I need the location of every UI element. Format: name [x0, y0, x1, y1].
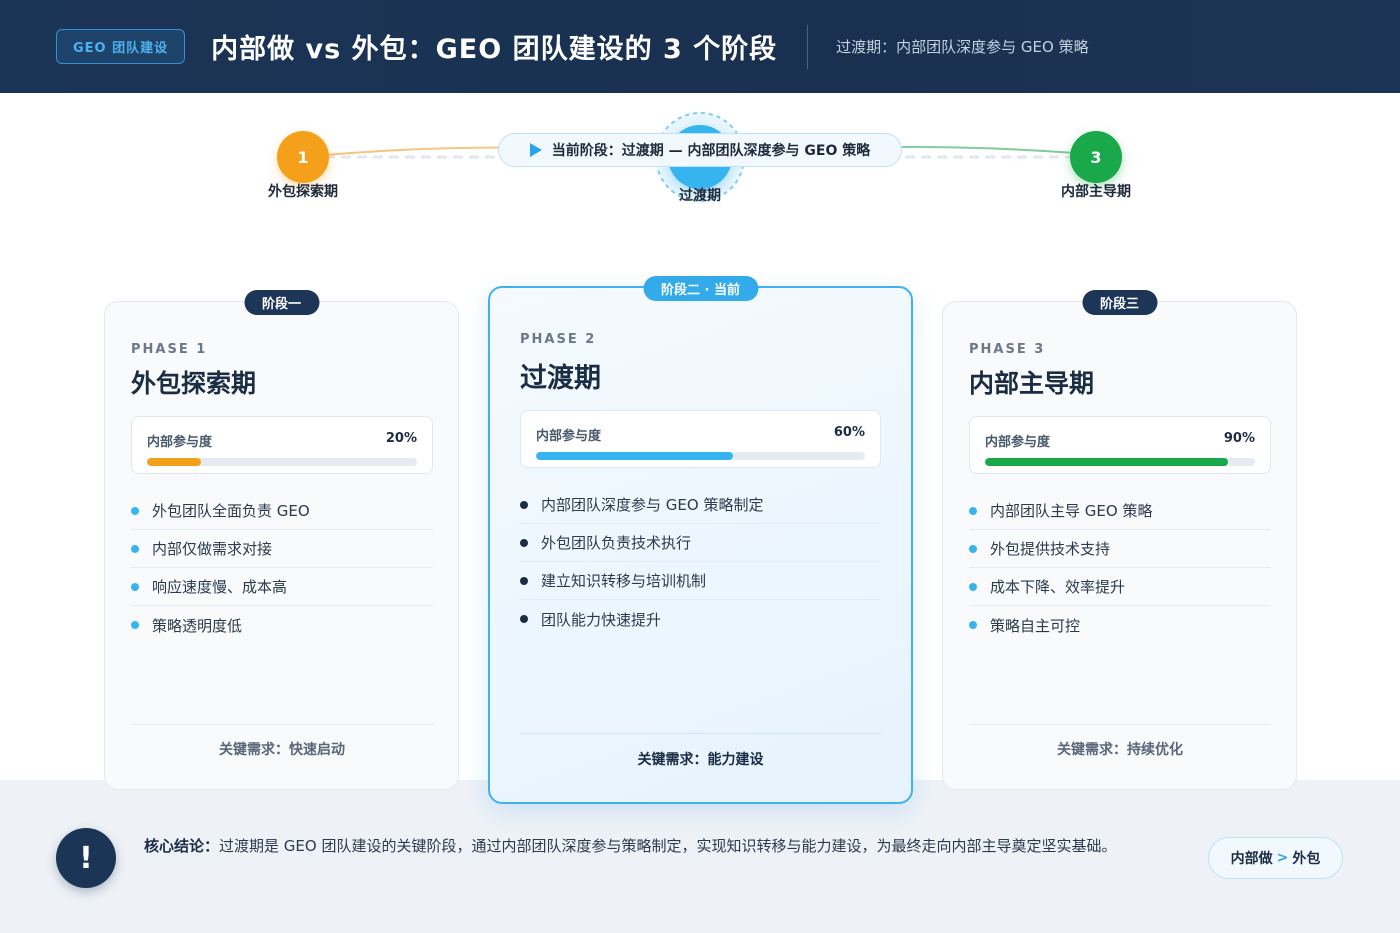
list-item: 团队能力快速提升: [520, 600, 881, 638]
phase-badge: 阶段三: [1081, 290, 1158, 315]
list-item-text: 内部仅做需求对接: [152, 540, 273, 558]
list-item-text: 策略自主可控: [990, 616, 1081, 635]
alert-icon: !: [56, 828, 116, 888]
progress-fill: [536, 452, 734, 460]
list-item: 响应速度慢、成本高: [131, 568, 433, 606]
list-item-text: 响应速度慢、成本高: [152, 578, 288, 596]
list-item-text: 外包提供技术支持: [990, 540, 1111, 558]
list-item-text: 团队能力快速提升: [541, 610, 662, 629]
key-need: 关键需求：快速启动: [131, 724, 433, 778]
stage-node-1[interactable]: 1: [277, 131, 329, 183]
list-item-text: 内部团队深度参与 GEO 策略制定: [541, 496, 764, 514]
progress-value: 60%: [833, 425, 865, 440]
bullet-icon: [131, 506, 139, 515]
list-item: 建立知识转移与培训机制: [520, 562, 881, 600]
list-item-text: 外包团队负责技术执行: [541, 534, 692, 552]
phase-code: PHASE 1: [131, 342, 208, 357]
page-subtitle: 过渡期：内部团队深度参与 GEO 策略: [836, 38, 1089, 56]
progress-box: 内部参与度 90%: [969, 416, 1271, 474]
stage-node-3-label: 内部主导期: [1061, 184, 1131, 200]
conclusion-label: 核心结论：: [144, 837, 220, 855]
key-need: 关键需求：持续优化: [969, 724, 1271, 778]
list-item: 成本下降、效率提升: [969, 568, 1271, 606]
phase-card-3: 阶段三 PHASE 3 内部主导期 内部参与度 90% 内部团队主导 GEO 策…: [942, 290, 1297, 790]
stage-timeline: 1 外包探索期 2 过渡期 3 内部主导期: [0, 93, 1400, 273]
bullet-icon: [520, 576, 528, 585]
list-item-text: 内部团队主导 GEO 策略: [990, 502, 1153, 520]
list-item: 策略透明度低: [131, 606, 433, 644]
bullet-icon: [520, 538, 528, 547]
phase-badge: 阶段一: [243, 290, 320, 315]
phase-item-list: 外包团队全面负责 GEO 内部仅做需求对接 响应速度慢、成本高 策略透明度低: [131, 492, 433, 644]
page-title: 内部做 vs 外包：GEO 团队建设的 3 个阶段: [211, 34, 778, 65]
progress-fill: [147, 458, 201, 466]
pill-left: 内部做: [1230, 851, 1273, 867]
bullet-icon: [969, 506, 977, 515]
bullet-icon: [131, 544, 139, 553]
key-need: 关键需求：能力建设: [520, 733, 881, 789]
progress-box: 内部参与度 20%: [131, 416, 433, 474]
header: GEO 团队建设 内部做 vs 外包：GEO 团队建设的 3 个阶段 过渡期：内…: [0, 0, 1400, 93]
current-stage-text: 当前阶段：过渡期 — 内部团队深度参与 GEO 策略: [551, 143, 871, 159]
bullet-icon: [520, 500, 528, 509]
phase-name: 过渡期: [520, 363, 601, 394]
bullet-icon: [520, 615, 528, 623]
stage-node-1-label: 外包探索期: [268, 184, 338, 200]
progress-label: 内部参与度: [985, 435, 1051, 450]
progress-label: 内部参与度: [147, 435, 213, 450]
list-item-text: 建立知识转移与培训机制: [541, 572, 707, 590]
bullet-icon: [969, 582, 977, 591]
conclusion-text: 核心结论：过渡期是 GEO 团队建设的关键阶段，通过内部团队深度参与策略制定，实…: [144, 832, 1184, 860]
phase-code: PHASE 3: [969, 342, 1046, 357]
pill-arrow-icon: >: [1276, 850, 1289, 866]
list-item: 内部团队深度参与 GEO 策略制定: [520, 486, 881, 524]
bullet-icon: [131, 621, 139, 629]
phase-card-2: 阶段二 · 当前 PHASE 2 过渡期 内部参与度 60% 内部团队深度参与 …: [488, 276, 913, 804]
current-stage-indicator: 当前阶段：过渡期 — 内部团队深度参与 GEO 策略: [498, 133, 902, 167]
pill-right: 外包: [1292, 851, 1321, 867]
phase-name: 内部主导期: [969, 369, 1095, 398]
comparison-pill[interactable]: 内部做 > 外包: [1208, 837, 1343, 879]
bullet-icon: [131, 582, 139, 591]
stage-node-2-label: 过渡期: [679, 188, 721, 204]
progress-label: 内部参与度: [536, 429, 602, 444]
phase-item-list: 内部团队深度参与 GEO 策略制定 外包团队负责技术执行 建立知识转移与培训机制…: [520, 486, 881, 638]
play-icon: [529, 143, 542, 157]
list-item: 内部团队主导 GEO 策略: [969, 492, 1271, 530]
list-item: 内部仅做需求对接: [131, 530, 433, 568]
conclusion-body: 过渡期是 GEO 团队建设的关键阶段，通过内部团队深度参与策略制定，实现知识转移…: [219, 837, 1117, 855]
bullet-icon: [969, 544, 977, 553]
list-item-text: 策略透明度低: [152, 616, 243, 635]
header-tag: GEO 团队建设: [56, 29, 186, 64]
list-item-text: 外包团队全面负责 GEO: [152, 502, 310, 520]
list-item: 外包提供技术支持: [969, 530, 1271, 568]
phase-code: PHASE 2: [520, 332, 597, 347]
list-item: 策略自主可控: [969, 606, 1271, 644]
progress-fill: [985, 458, 1228, 466]
progress-box: 内部参与度 60%: [520, 410, 881, 468]
list-item: 外包团队全面负责 GEO: [131, 492, 433, 530]
phase-badge: 阶段二 · 当前: [643, 276, 758, 301]
phase-item-list: 内部团队主导 GEO 策略 外包提供技术支持 成本下降、效率提升 策略自主可控: [969, 492, 1271, 644]
stage-node-1-number: 1: [297, 147, 309, 167]
bullet-icon: [969, 621, 977, 629]
phase-card-1: 阶段一 PHASE 1 外包探索期 内部参与度 20% 外包团队全面负责 GEO…: [104, 290, 459, 790]
progress-value: 90%: [1223, 431, 1255, 446]
list-item: 外包团队负责技术执行: [520, 524, 881, 562]
header-divider: [807, 24, 809, 69]
progress-track: [536, 452, 865, 460]
stage-node-3-number: 3: [1090, 147, 1102, 167]
list-item-text: 成本下降、效率提升: [990, 578, 1126, 596]
progress-value: 20%: [385, 431, 417, 446]
stage-node-3[interactable]: 3: [1070, 131, 1122, 183]
progress-track: [985, 458, 1255, 466]
progress-track: [147, 458, 417, 466]
phase-name: 外包探索期: [131, 369, 257, 398]
